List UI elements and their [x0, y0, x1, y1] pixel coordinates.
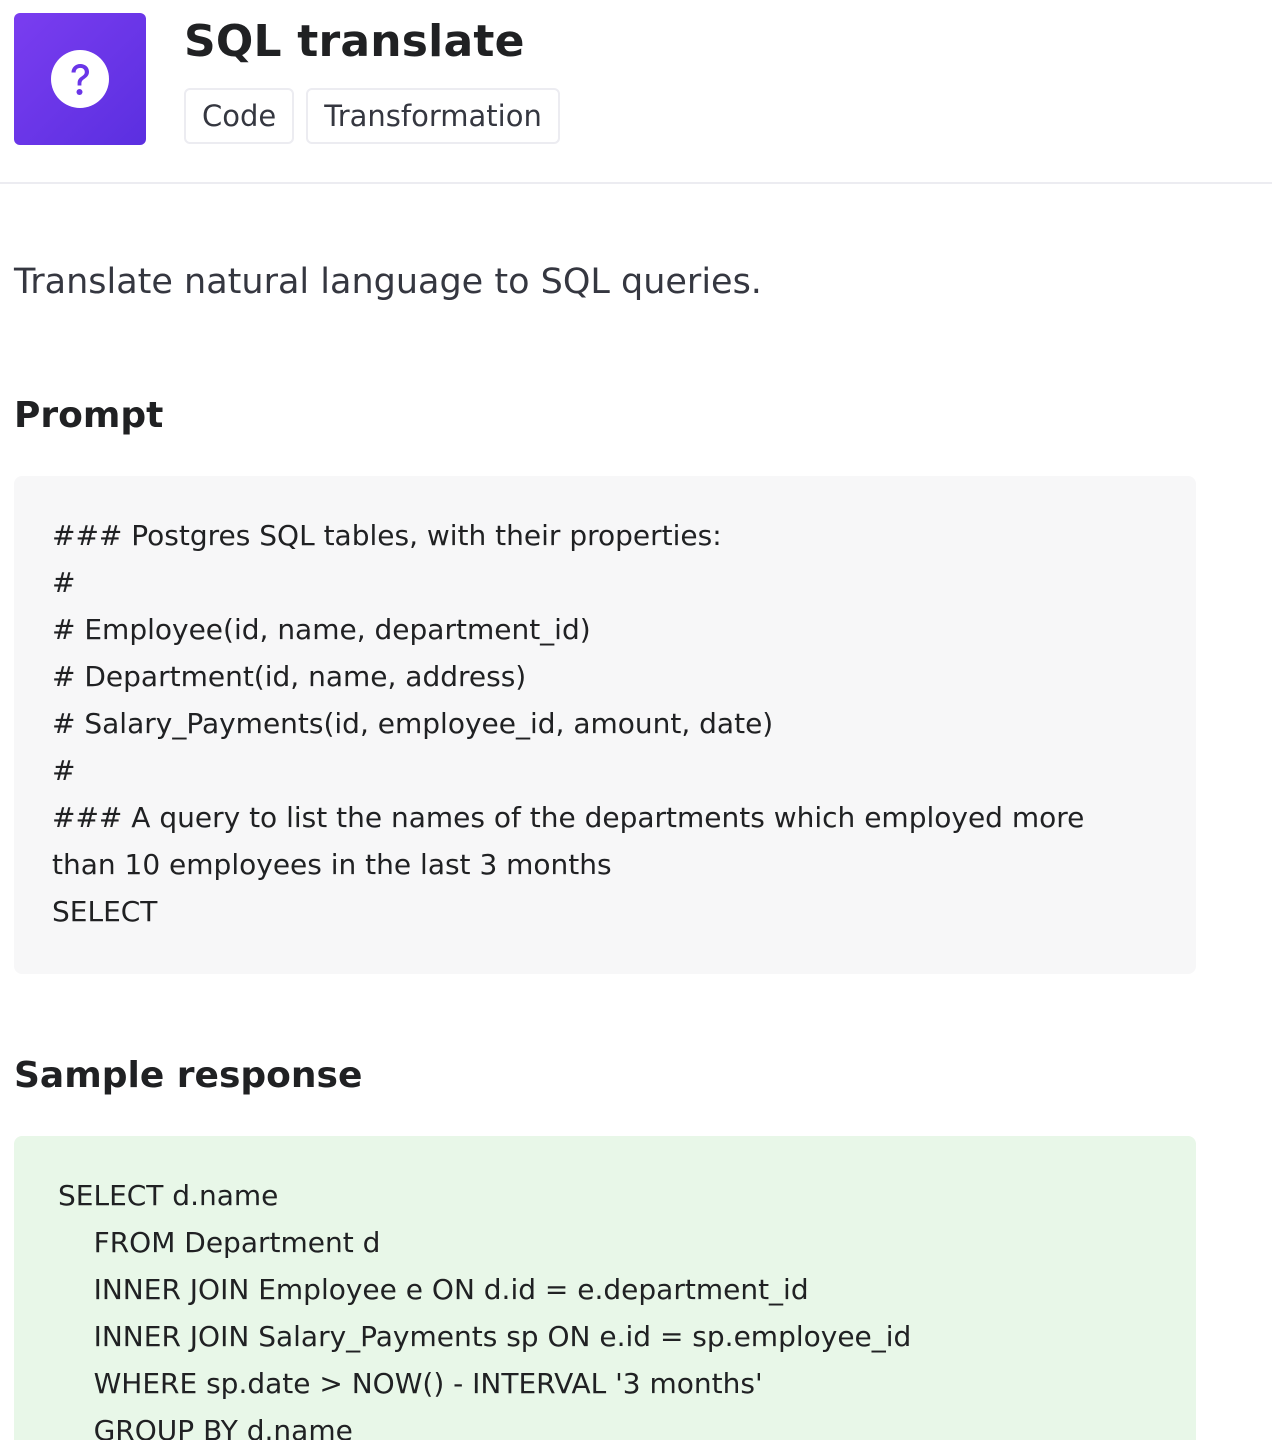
page-header: SQL translate Code Transformation [0, 0, 1272, 184]
prompt-line: # [52, 754, 76, 787]
prompt-line: SELECT [52, 895, 158, 928]
example-page: SQL translate Code Transformation Transl… [0, 0, 1272, 1440]
response-line: FROM Department d [58, 1226, 381, 1259]
sample-response-code-block[interactable]: SELECT d.name FROM Department d INNER JO… [14, 1136, 1196, 1440]
prompt-line: # Salary_Payments(id, employee_id, amoun… [52, 707, 774, 740]
prompt-line: # Employee(id, name, department_id) [52, 613, 591, 646]
response-line: INNER JOIN Employee e ON d.id = e.depart… [58, 1273, 809, 1306]
prompt-heading: Prompt [14, 395, 164, 436]
response-line: WHERE sp.date > NOW() - INTERVAL '3 mont… [58, 1367, 763, 1400]
sample-response-heading: Sample response [14, 1055, 363, 1096]
tag-list: Code Transformation [184, 88, 560, 144]
prompt-line: than 10 employees in the last 3 months [52, 848, 612, 881]
response-line: SELECT d.name [58, 1179, 279, 1212]
app-icon-tile [14, 13, 146, 145]
prompt-line: # [52, 566, 76, 599]
tag-transformation[interactable]: Transformation [306, 88, 560, 144]
prompt-line: # Department(id, name, address) [52, 660, 527, 693]
tag-code[interactable]: Code [184, 88, 295, 144]
page-title: SQL translate [184, 16, 525, 67]
prompt-line: ### A query to list the names of the dep… [52, 801, 1085, 834]
prompt-line: ### Postgres SQL tables, with their prop… [52, 519, 722, 552]
response-line: INNER JOIN Salary_Payments sp ON e.id = … [58, 1320, 912, 1353]
response-line: GROUP BY d.name [58, 1414, 353, 1440]
page-description: Translate natural language to SQL querie… [14, 262, 762, 302]
question-mark-icon [51, 50, 109, 108]
prompt-code-block[interactable]: ### Postgres SQL tables, with their prop… [14, 476, 1196, 974]
